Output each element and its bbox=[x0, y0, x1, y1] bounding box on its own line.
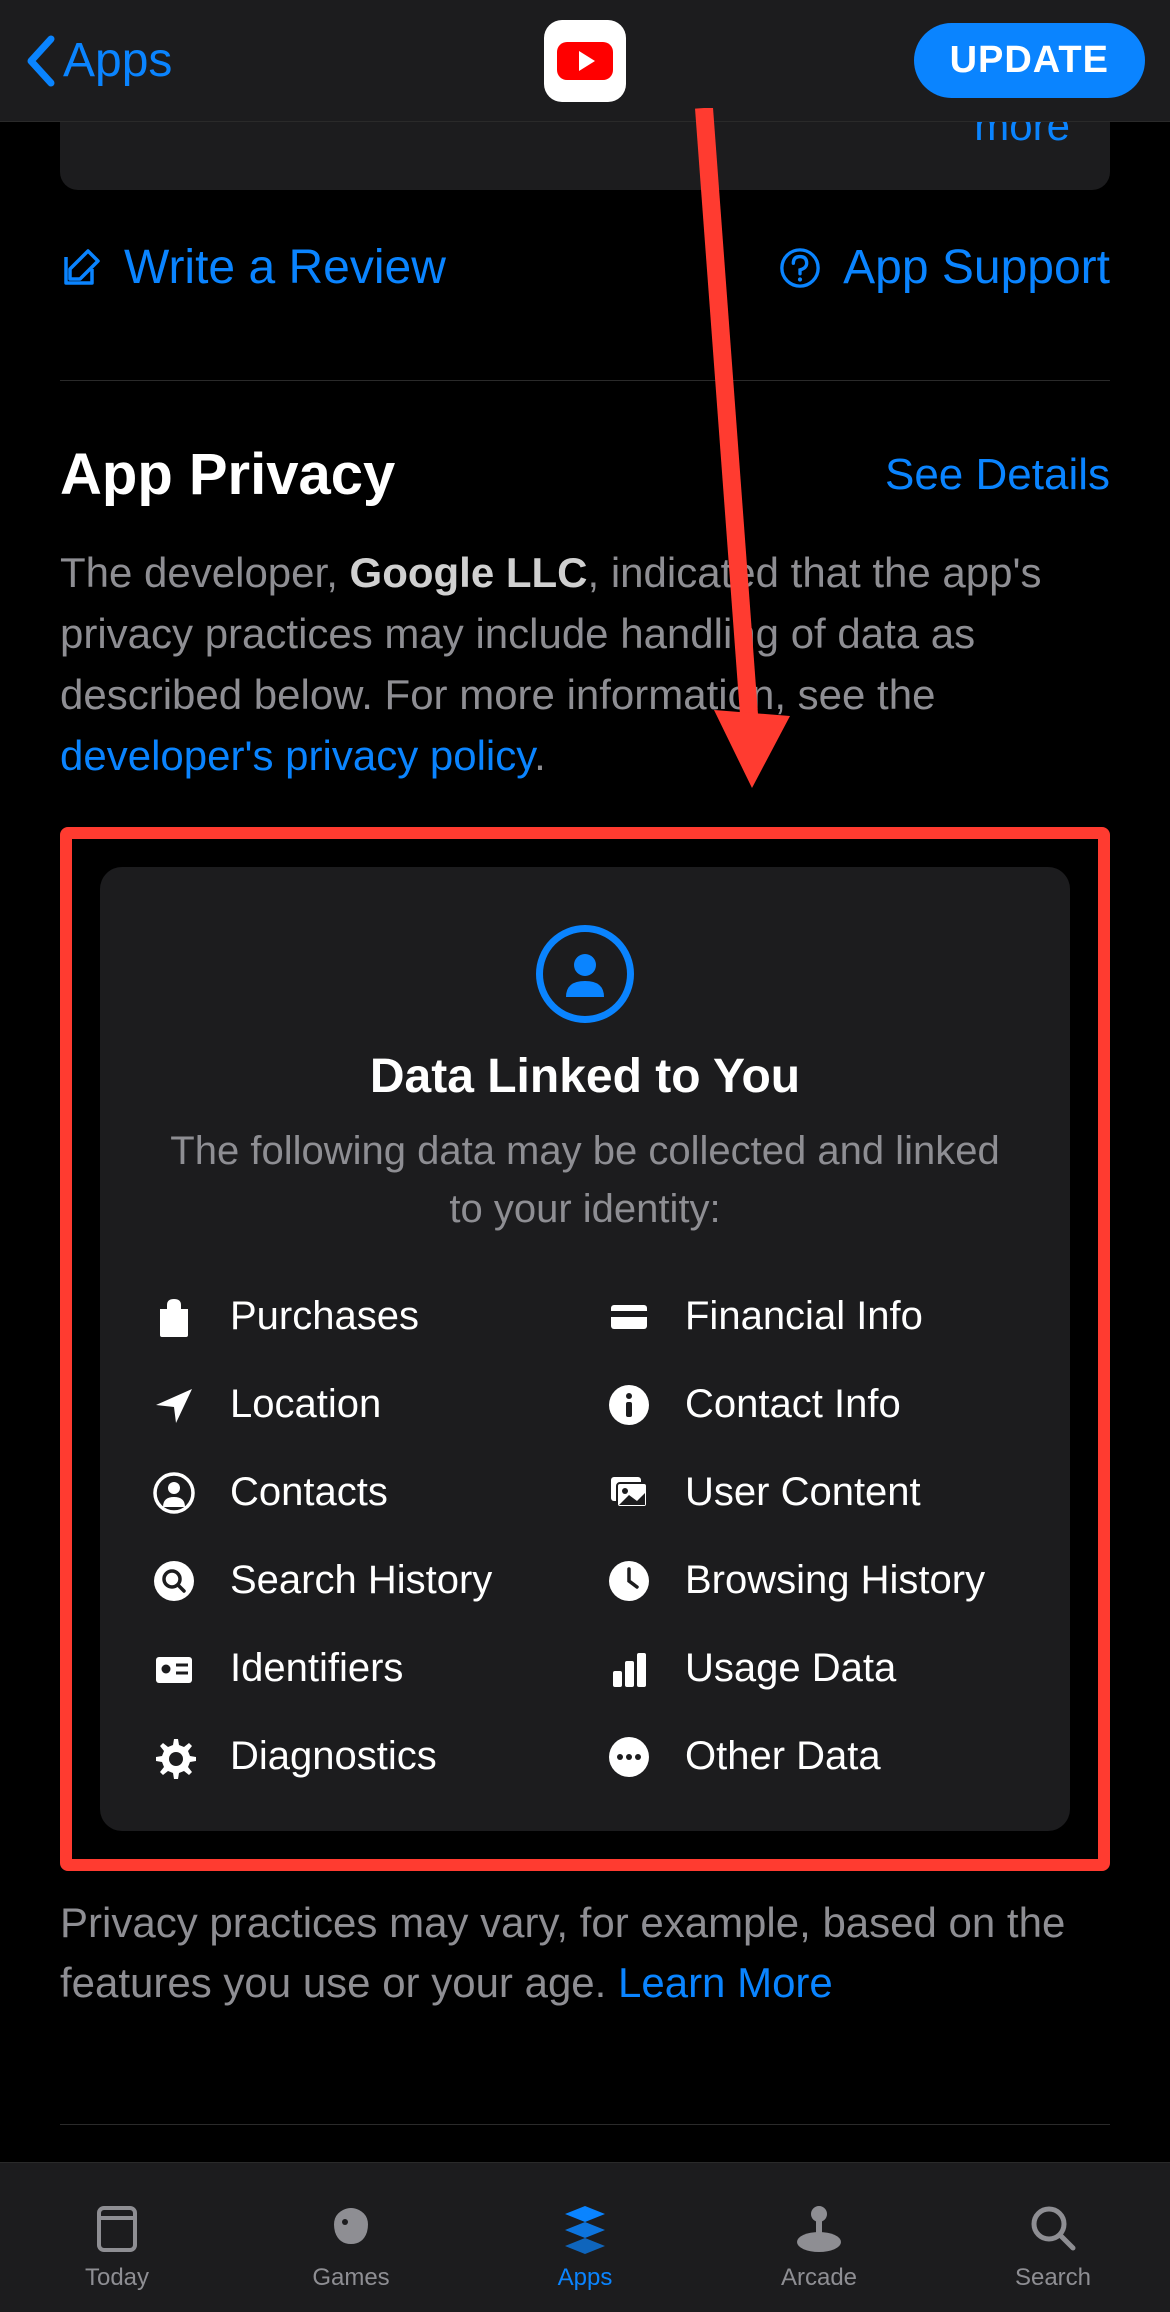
app-support-label: App Support bbox=[843, 240, 1110, 295]
action-row: Write a Review App Support bbox=[60, 240, 1110, 381]
gear-icon bbox=[150, 1733, 198, 1781]
update-button[interactable]: UPDATE bbox=[914, 23, 1145, 98]
bag-icon bbox=[150, 1293, 198, 1341]
content: more Write a Review App Support App Priv… bbox=[0, 122, 1170, 2125]
tab-bar: Today Games Apps Arcade Search bbox=[0, 2162, 1170, 2312]
games-icon bbox=[321, 2200, 381, 2256]
data-item-contact-info: Contact Info bbox=[605, 1381, 1020, 1429]
data-item-user-content: User Content bbox=[605, 1469, 1020, 1517]
tab-search[interactable]: Search bbox=[936, 2200, 1170, 2292]
arcade-icon bbox=[789, 2200, 849, 2256]
compose-icon bbox=[60, 247, 102, 289]
data-item-financial: Financial Info bbox=[605, 1293, 1020, 1341]
info-icon bbox=[605, 1381, 653, 1429]
data-item-browsing-history: Browsing History bbox=[605, 1557, 1020, 1605]
data-item-diagnostics: Diagnostics bbox=[150, 1733, 565, 1781]
see-details-link[interactable]: See Details bbox=[885, 450, 1110, 500]
data-item-search-history: Search History bbox=[150, 1557, 565, 1605]
chevron-left-icon bbox=[25, 35, 55, 87]
card-subtitle: The following data may be collected and … bbox=[150, 1122, 1020, 1238]
tab-games[interactable]: Games bbox=[234, 2200, 468, 2292]
nav-bar: Apps UPDATE bbox=[0, 0, 1170, 122]
app-icon[interactable] bbox=[544, 20, 626, 102]
app-support-button[interactable]: App Support bbox=[779, 240, 1110, 295]
data-grid: Purchases Financial Info Location Contac… bbox=[150, 1293, 1020, 1781]
developer-name: Google LLC bbox=[350, 549, 588, 596]
highlight-annotation: Data Linked to You The following data ma… bbox=[60, 827, 1110, 1871]
review-card-more[interactable]: more bbox=[60, 122, 1110, 190]
location-icon bbox=[150, 1381, 198, 1429]
data-item-other-data: Other Data bbox=[605, 1733, 1020, 1781]
play-icon bbox=[579, 51, 595, 71]
chart-icon bbox=[605, 1645, 653, 1693]
help-circle-icon bbox=[779, 247, 821, 289]
divider bbox=[60, 2124, 1110, 2125]
ellipsis-icon bbox=[605, 1733, 653, 1781]
search-icon bbox=[1023, 2200, 1083, 2256]
data-item-contacts: Contacts bbox=[150, 1469, 565, 1517]
youtube-icon bbox=[557, 42, 613, 80]
privacy-intro: The developer, Google LLC, indicated tha… bbox=[60, 543, 1110, 787]
tab-apps[interactable]: Apps bbox=[468, 2200, 702, 2292]
privacy-card: Data Linked to You The following data ma… bbox=[100, 867, 1070, 1831]
today-icon bbox=[87, 2200, 147, 2256]
search-history-icon bbox=[150, 1557, 198, 1605]
person-icon bbox=[150, 1469, 198, 1517]
data-item-location: Location bbox=[150, 1381, 565, 1429]
data-item-purchases: Purchases bbox=[150, 1293, 565, 1341]
person-circle-icon bbox=[536, 925, 634, 1023]
apps-icon bbox=[555, 2200, 615, 2256]
data-item-identifiers: Identifiers bbox=[150, 1645, 565, 1693]
privacy-policy-link[interactable]: developer's privacy policy bbox=[60, 732, 534, 779]
tab-arcade[interactable]: Arcade bbox=[702, 2200, 936, 2292]
learn-more-link[interactable]: Learn More bbox=[618, 1959, 833, 2006]
privacy-section-header: App Privacy See Details bbox=[60, 441, 1110, 508]
privacy-footer: Privacy practices may vary, for example,… bbox=[60, 1893, 1110, 2015]
write-review-label: Write a Review bbox=[124, 240, 446, 295]
data-item-usage-data: Usage Data bbox=[605, 1645, 1020, 1693]
privacy-heading: App Privacy bbox=[60, 441, 395, 508]
back-label: Apps bbox=[63, 33, 172, 88]
id-card-icon bbox=[150, 1645, 198, 1693]
photos-icon bbox=[605, 1469, 653, 1517]
credit-card-icon bbox=[605, 1293, 653, 1341]
tab-today[interactable]: Today bbox=[0, 2200, 234, 2292]
clock-icon bbox=[605, 1557, 653, 1605]
card-title: Data Linked to You bbox=[150, 1049, 1020, 1104]
back-button[interactable]: Apps bbox=[25, 33, 172, 88]
write-review-button[interactable]: Write a Review bbox=[60, 240, 446, 295]
